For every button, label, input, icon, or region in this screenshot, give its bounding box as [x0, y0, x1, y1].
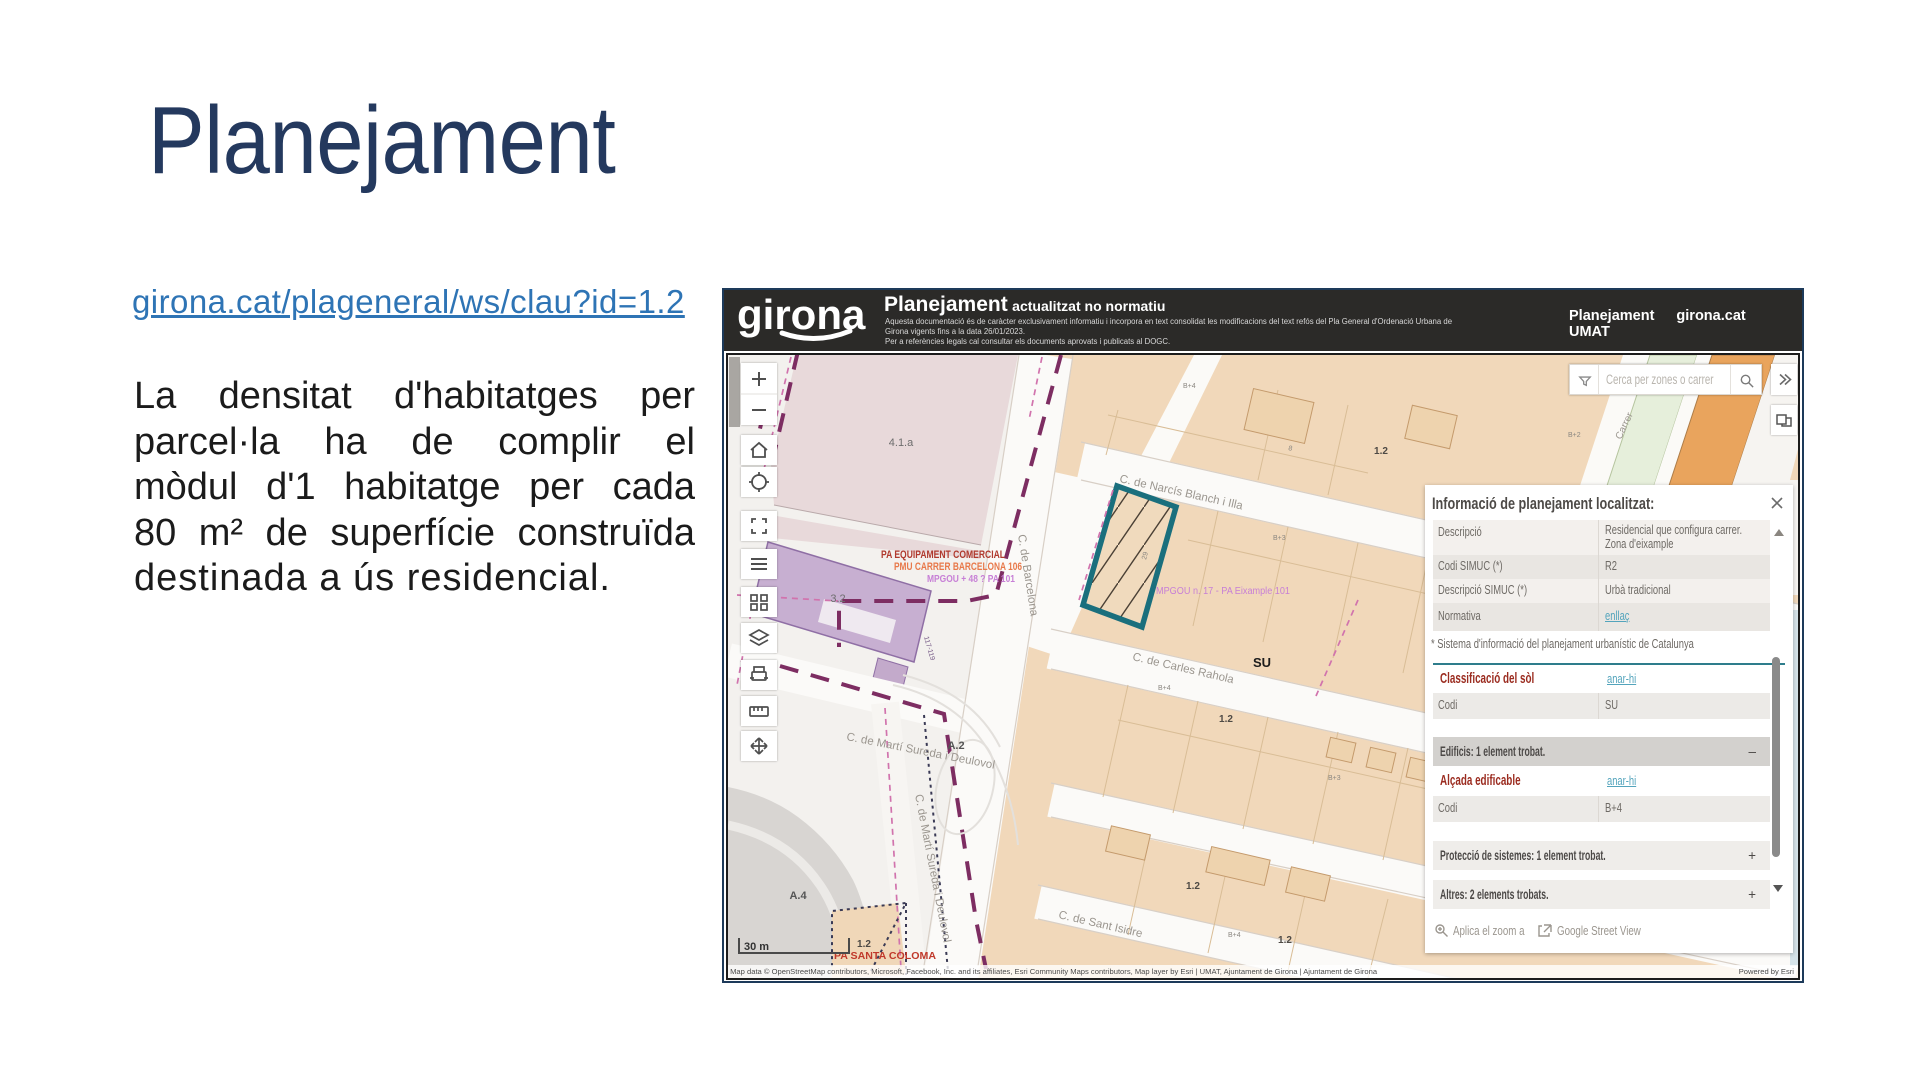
svg-text:PMU CARRER BARCELONA 106: PMU CARRER BARCELONA 106 [894, 561, 1022, 573]
svg-text:B+3: B+3 [1273, 535, 1286, 542]
svg-text:1.2: 1.2 [857, 939, 871, 950]
svg-text:B+4: B+4 [1183, 383, 1196, 390]
svg-text:1.2: 1.2 [1219, 714, 1233, 725]
svg-text:B+4: B+4 [1158, 685, 1171, 692]
svg-text:MPGOU + 48 ? PA 101: MPGOU + 48 ? PA 101 [927, 573, 1015, 585]
svg-text:B+4: B+4 [1228, 932, 1241, 939]
svg-text:MPGOU n. 17 - PA Eixample 101: MPGOU n. 17 - PA Eixample 101 [1156, 586, 1290, 597]
svg-text:30 m: 30 m [744, 941, 769, 953]
svg-text:1.2: 1.2 [1186, 881, 1200, 892]
svg-text:3.2: 3.2 [830, 593, 845, 605]
svg-text:SU: SU [1253, 655, 1271, 670]
svg-text:1.2: 1.2 [1374, 446, 1388, 457]
svg-text:B+3: B+3 [1328, 775, 1341, 782]
svg-text:B+2: B+2 [1568, 432, 1581, 439]
svg-text:1.2: 1.2 [1278, 935, 1292, 946]
svg-text:A.4: A.4 [789, 890, 807, 902]
svg-text:PA EQUIPAMENT COMERCIAL: PA EQUIPAMENT COMERCIAL [881, 549, 1005, 561]
svg-text:A.2: A.2 [947, 740, 964, 752]
svg-text:4.1.a: 4.1.a [889, 437, 914, 449]
